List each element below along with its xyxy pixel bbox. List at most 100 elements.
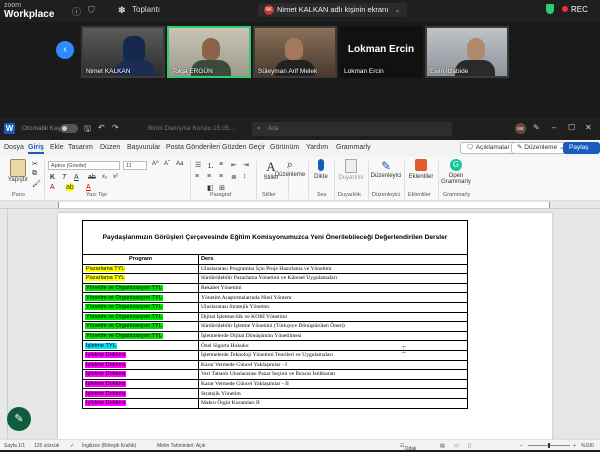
sensitivity-button[interactable]: Duyarlılık	[336, 159, 366, 181]
bullets-icon[interactable]: ☰	[195, 161, 201, 169]
line-spacing-icon[interactable]: ↕	[243, 173, 247, 180]
tab-mailings[interactable]: Posta Gönderileri	[166, 144, 220, 151]
tab-references[interactable]: Başvurular	[127, 144, 160, 151]
recording-indicator[interactable]: REC	[562, 5, 588, 14]
tab-grammarly[interactable]: Grammarly	[336, 144, 371, 151]
focus-mode-button[interactable]: ☷ Odak	[400, 443, 416, 452]
zoom-level[interactable]: %100	[581, 443, 594, 449]
minimize-icon[interactable]: –	[552, 123, 556, 132]
screen-share-banner[interactable]: NK Nimet KALKAN adlı kişinin ekranı ⌄	[258, 3, 407, 17]
pen-icon[interactable]: ✎	[533, 123, 540, 132]
proofing-icon[interactable]: ✓	[70, 443, 74, 449]
program-cell: Yönetim ve Organizasyon TYL	[82, 292, 199, 303]
add-ins-button[interactable]: Eklentiler	[406, 159, 436, 180]
program-cell: Pazarlama TYL	[82, 263, 199, 275]
cut-icon[interactable]: ✂	[32, 160, 38, 168]
highlight-icon[interactable]: ab	[66, 184, 74, 191]
close-icon[interactable]: ✕	[585, 123, 592, 132]
program-label: Yönetim ve Organizasyon TYL	[85, 294, 163, 301]
redo-icon[interactable]: ↷	[112, 123, 119, 132]
tab-review[interactable]: Gözden Geçir	[222, 144, 265, 151]
align-center-icon[interactable]: ≡	[207, 173, 211, 180]
copy-icon[interactable]: ⧉	[32, 170, 37, 178]
bold-icon[interactable]: K	[50, 174, 55, 181]
info-icon[interactable]: ⓘ	[72, 5, 81, 18]
read-mode-icon[interactable]: ▤	[440, 443, 445, 449]
zoom-in-icon[interactable]: +	[573, 443, 576, 449]
zoom-out-icon[interactable]: –	[520, 443, 523, 449]
decrease-indent-icon[interactable]: ⇤	[231, 161, 237, 169]
page-count[interactable]: Sayfa 1/1	[4, 443, 25, 449]
user-avatar[interactable]: NK	[515, 123, 526, 134]
paw-icon: ✽	[118, 5, 126, 15]
tab-layout[interactable]: Düzen	[100, 144, 120, 151]
justify-icon[interactable]: ≣	[231, 173, 237, 181]
dictate-button[interactable]: Dikte	[310, 159, 332, 180]
participant-tile[interactable]: Nimet KALKAN	[81, 26, 165, 78]
strikethrough-icon[interactable]: ab	[88, 174, 96, 181]
tab-insert[interactable]: Ekle	[50, 144, 64, 151]
participant-tile-no-video[interactable]: Lokman Ercin Lokman Ercin	[339, 26, 423, 78]
share-button[interactable]: Paylaş ⌄	[563, 142, 600, 161]
gallery-prev-button[interactable]: ‹	[56, 41, 74, 59]
tab-help[interactable]: Yardım	[306, 144, 328, 151]
tab-view[interactable]: Görünüm	[270, 144, 299, 151]
shading-icon[interactable]: ◧	[207, 184, 214, 192]
open-grammarly-button[interactable]: G Open Grammarly	[440, 159, 472, 185]
superscript-icon[interactable]: x²	[113, 174, 118, 180]
numbering-icon[interactable]: ⒈	[207, 161, 214, 171]
font-size-select[interactable]: 11	[123, 161, 147, 170]
align-left-icon[interactable]: ≡	[195, 173, 199, 180]
print-layout-icon[interactable]: ▭	[454, 443, 459, 449]
undo-icon[interactable]: ↶	[98, 123, 105, 132]
participant-tile[interactable]: Süleyman Arif Melek	[253, 26, 337, 78]
shrink-font-icon[interactable]: Aˇ	[164, 161, 170, 167]
change-case-icon[interactable]: Aa	[176, 161, 183, 167]
align-right-icon[interactable]: ≡	[219, 173, 223, 180]
tab-home[interactable]: Giriş	[28, 144, 44, 154]
editing-button[interactable]: ⌕ Düzenleme	[272, 159, 308, 178]
course-cell: Uluslararası Programlar İçin Proje Hazır…	[198, 263, 468, 275]
program-label: İşletme Doktora	[85, 361, 127, 368]
multilevel-list-icon[interactable]: ≡	[219, 161, 223, 168]
word-app-icon: W	[4, 123, 15, 134]
vertical-ruler[interactable]	[0, 209, 8, 439]
participant-tile[interactable]: Elvin İlzabide	[425, 26, 509, 78]
program-label: İşletme Doktora	[85, 352, 127, 359]
tab-design[interactable]: Tasarım	[68, 144, 93, 151]
italic-icon[interactable]: T	[62, 174, 66, 181]
annotate-pen-button[interactable]: ✎	[7, 407, 31, 431]
font-color-icon[interactable]: A	[86, 184, 91, 191]
tab-file[interactable]: Dosya	[4, 144, 24, 151]
zoom-slider[interactable]	[528, 443, 570, 448]
document-page[interactable]: Paydaşlarımızın Görüşleri Çerçevesinde E…	[58, 213, 552, 439]
underline-icon[interactable]: A	[74, 174, 79, 181]
font-name-select[interactable]: Aptos (Gövde)	[48, 161, 120, 170]
participant-tile-active-speaker[interactable]: Tolga ERGÜN	[167, 26, 251, 78]
paste-button[interactable]: Yapıştır	[6, 159, 30, 183]
shield-check-icon[interactable]: ⛉	[88, 5, 95, 16]
borders-icon[interactable]: ⊞	[219, 184, 225, 192]
text-predictions-status[interactable]: Metin Tahminleri: Açık	[157, 443, 206, 449]
editing-mode-button[interactable]: ✎ Düzenleme ⌄	[511, 142, 571, 154]
save-icon[interactable]: 🖫	[84, 123, 91, 137]
grow-font-icon[interactable]: A^	[152, 161, 159, 167]
comments-button[interactable]: 🗨 Açıklamalar	[460, 142, 516, 154]
search-box[interactable]: ⌕ Ara	[252, 122, 452, 136]
program-cell: Yönetim ve Organizasyon TYL	[82, 330, 199, 342]
subscript-icon[interactable]: x₂	[102, 174, 107, 180]
autosave-toggle[interactable]	[60, 124, 78, 133]
chevron-down-icon[interactable]: ⌄	[394, 5, 400, 14]
web-layout-icon[interactable]: ▯	[468, 443, 471, 449]
document-name[interactable]: Birim Danışma Kurulu 15.05...	[148, 125, 235, 132]
horizontal-ruler[interactable]	[0, 201, 600, 209]
language-indicator[interactable]: İngilizce (Birleşik Krallık)	[82, 443, 136, 449]
text-effects-icon[interactable]: A	[50, 184, 55, 191]
zoom-top-bar: zoom Workplace ⓘ ⛉ ✽ Toplantı NK Nimet KA…	[0, 0, 600, 22]
word-count[interactable]: 125 sözcük	[34, 443, 59, 449]
increase-indent-icon[interactable]: ⇥	[243, 161, 249, 169]
editor-button[interactable]: ✎ Düzenleyici	[370, 159, 402, 179]
format-painter-icon[interactable]: 🖌	[32, 180, 41, 188]
maximize-icon[interactable]: ☐	[568, 123, 575, 132]
table-row: Pazarlama TYL Uluslararası Programlar İçi…	[82, 263, 468, 275]
